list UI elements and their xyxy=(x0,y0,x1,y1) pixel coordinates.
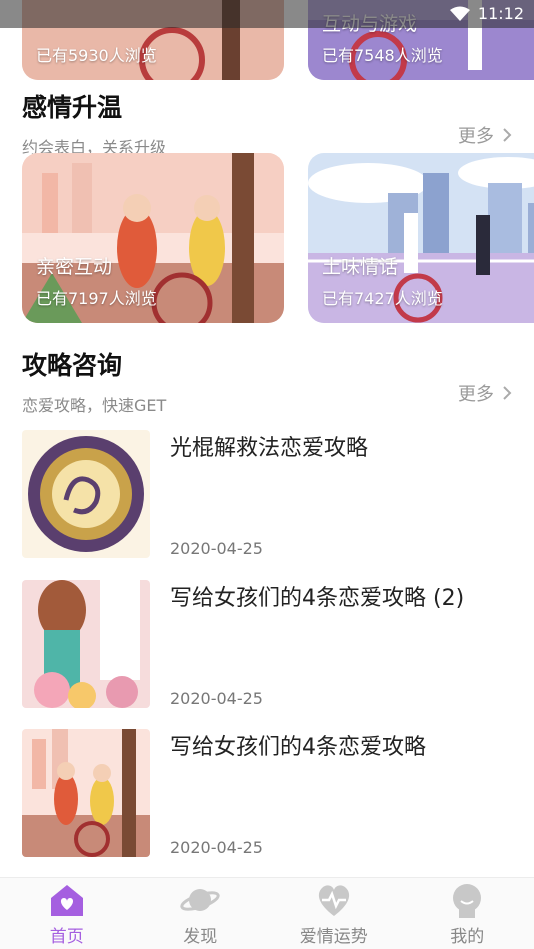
tab-love-fortune[interactable]: 爱情运势 xyxy=(267,878,401,949)
planet-icon xyxy=(180,889,220,911)
profile-icon xyxy=(453,884,482,918)
article-date: 2020-04-25 xyxy=(170,838,263,857)
tab-label: 发现 xyxy=(183,927,218,947)
topic-card-pickup-lines[interactable]: 土味情话 已有7427人浏览 xyxy=(308,153,534,323)
article-thumbnail xyxy=(22,430,150,558)
card-views: 已有7427人浏览 xyxy=(322,289,443,308)
tab-home[interactable]: 首页 xyxy=(0,878,134,949)
section-header-love: 感情升温 约会表白，关系升级 更多 xyxy=(22,88,512,158)
article-title: 写给女孩们的4条恋爱攻略 xyxy=(170,735,426,760)
card-views: 已有7197人浏览 xyxy=(36,289,157,308)
article-item[interactable]: 写给女孩们的4条恋爱攻略 (2) 2020-04-25 xyxy=(22,580,512,708)
card-title: 亲密互动 xyxy=(36,256,113,278)
tab-label: 首页 xyxy=(49,927,84,947)
more-label: 更多 xyxy=(458,384,494,405)
chevron-right-icon xyxy=(503,386,512,400)
more-label: 更多 xyxy=(458,126,494,147)
section-title: 攻略咨询 xyxy=(22,351,123,380)
article-thumbnail xyxy=(22,580,150,708)
section-header-tips: 攻略咨询 恋爱攻略，快速GET 更多 xyxy=(22,346,512,416)
bottom-tab-bar: 首页 发现 爱情运势 我的 xyxy=(0,877,534,949)
tab-discover[interactable]: 发现 xyxy=(134,878,268,949)
love-card-row: 亲密互动 已有7197人浏览 土味情话 已有7427人浏览 xyxy=(22,153,534,323)
wifi-icon xyxy=(449,6,470,21)
section-title: 感情升温 xyxy=(22,93,123,122)
status-bar: 11:12 xyxy=(0,0,534,28)
status-time: 11:12 xyxy=(477,4,524,23)
card-title: 土味情话 xyxy=(322,256,399,278)
article-thumbnail xyxy=(22,729,150,857)
article-item[interactable]: 写给女孩们的4条恋爱攻略 2020-04-25 xyxy=(22,729,512,857)
tab-label: 我的 xyxy=(450,927,485,947)
home-scroll-content[interactable]: 已有5930人浏览 互动与游戏 已有7548人浏览 感情升温 约会表白，关系升级… xyxy=(0,0,534,877)
more-link[interactable]: 更多 xyxy=(458,122,512,148)
heart-pulse-icon xyxy=(318,885,349,916)
card-views: 已有7548人浏览 xyxy=(322,46,443,65)
article-item[interactable]: 光棍解救法恋爱攻略 2020-04-25 xyxy=(22,430,512,558)
topic-card-intimacy[interactable]: 亲密互动 已有7197人浏览 xyxy=(22,153,284,323)
tab-mine[interactable]: 我的 xyxy=(401,878,534,949)
more-link[interactable]: 更多 xyxy=(458,380,512,406)
chevron-right-icon xyxy=(503,128,512,142)
article-title: 光棍解救法恋爱攻略 xyxy=(170,436,369,461)
article-title: 写给女孩们的4条恋爱攻略 (2) xyxy=(170,586,465,611)
article-date: 2020-04-25 xyxy=(170,539,263,558)
card-views: 已有5930人浏览 xyxy=(36,46,157,65)
section-desc: 恋爱攻略，快速GET xyxy=(22,396,167,415)
tab-label: 爱情运势 xyxy=(299,927,368,947)
home-icon xyxy=(50,885,83,916)
article-date: 2020-04-25 xyxy=(170,689,263,708)
